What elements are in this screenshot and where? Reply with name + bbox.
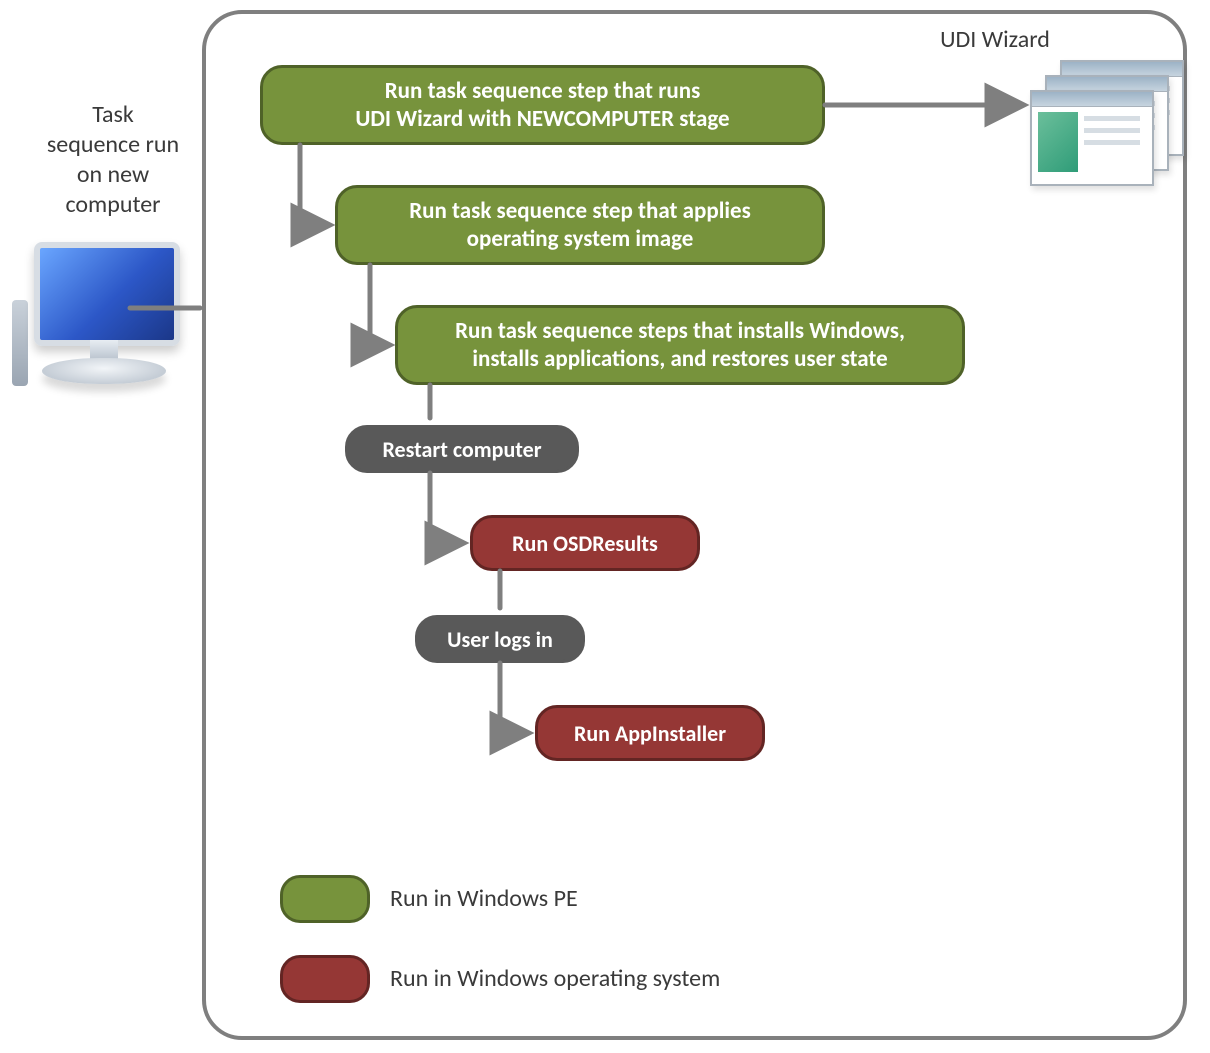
connectors (0, 0, 1210, 1053)
